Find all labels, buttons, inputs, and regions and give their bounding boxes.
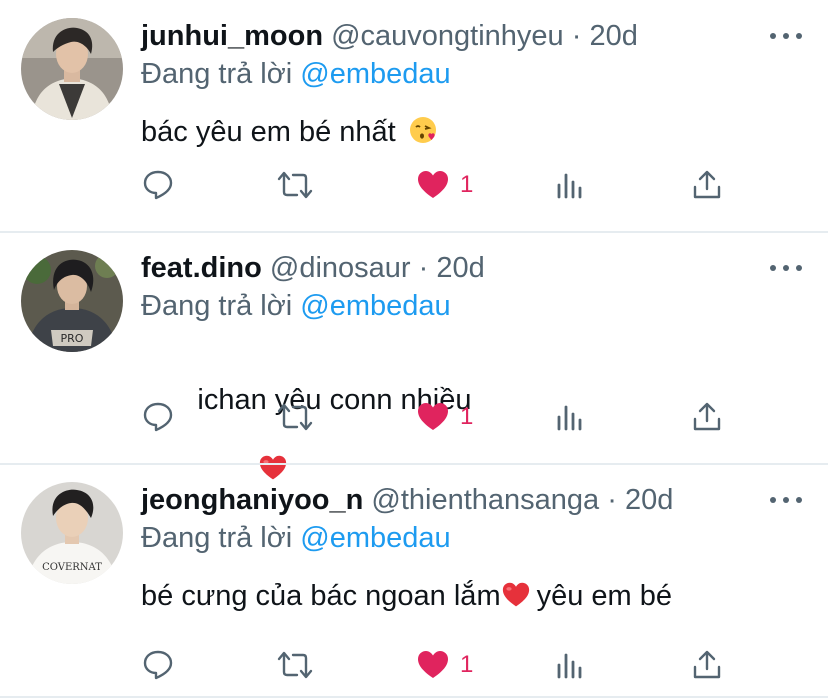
avatar[interactable]: PRO: [21, 250, 123, 352]
share-icon[interactable]: [692, 645, 722, 685]
red-heart-icon: [501, 581, 531, 618]
avatar[interactable]: COVERNAT: [21, 482, 123, 584]
face-blowing-kiss-icon: [408, 115, 438, 154]
like-icon[interactable]: 1: [416, 397, 473, 437]
tweet-card[interactable]: PRO feat.dino @dinosaur · 20d Đang trả l…: [0, 232, 828, 480]
like-icon[interactable]: 1: [416, 165, 473, 205]
avatar[interactable]: [21, 18, 123, 120]
analytics-icon[interactable]: [555, 397, 585, 437]
tweet-actions: 1: [0, 397, 828, 437]
tweet-text: bé cưng của bác ngoan lắm yêu em bé: [141, 578, 672, 618]
retweet-icon[interactable]: [276, 165, 314, 205]
retweet-icon[interactable]: [276, 645, 314, 685]
mention-link[interactable]: @embedau: [300, 290, 450, 322]
svg-text:PRO: PRO: [61, 332, 84, 345]
display-name[interactable]: feat.dino: [141, 252, 262, 284]
timestamp[interactable]: 20d: [436, 252, 484, 284]
reply-icon[interactable]: [141, 645, 175, 685]
like-count: 1: [460, 651, 474, 678]
reply-feed: junhui_moon @cauvongtinhyeu · 20d Đang t…: [0, 0, 828, 700]
retweet-icon[interactable]: [276, 397, 314, 437]
like-count: 1: [460, 171, 474, 198]
tweet-actions: 1: [0, 165, 828, 205]
mention-link[interactable]: @embedau: [300, 522, 450, 554]
replying-to-label: Đang trả lời: [141, 58, 293, 90]
mention-link[interactable]: @embedau: [300, 58, 450, 90]
more-icon[interactable]: [770, 258, 802, 278]
tweet-header: feat.dino @dinosaur · 20d: [141, 250, 485, 286]
svg-text:COVERNAT: COVERNAT: [42, 562, 102, 573]
tweet-card[interactable]: junhui_moon @cauvongtinhyeu · 20d Đang t…: [0, 0, 828, 232]
tweet-header: jeonghaniyoo_n @thienthansanga · 20d: [141, 482, 673, 518]
replying-to-label: Đang trả lời: [141, 290, 293, 322]
user-handle[interactable]: @thienthansanga: [371, 484, 599, 516]
share-icon[interactable]: [692, 165, 722, 205]
divider: [0, 696, 828, 698]
more-icon[interactable]: [770, 26, 802, 46]
tweet-card[interactable]: COVERNAT jeonghaniyoo_n @thienthansanga …: [0, 464, 828, 700]
display-name[interactable]: jeonghaniyoo_n: [141, 484, 363, 516]
like-icon[interactable]: 1: [416, 645, 473, 685]
separator-dot: ·: [607, 484, 617, 516]
tweet-actions: 1: [0, 645, 828, 685]
user-handle[interactable]: @dinosaur: [270, 252, 411, 284]
timestamp[interactable]: 20d: [625, 484, 673, 516]
display-name[interactable]: junhui_moon: [141, 20, 323, 52]
replying-to: Đang trả lời @embedau: [141, 520, 451, 556]
replying-to-label: Đang trả lời: [141, 522, 293, 554]
like-count: 1: [460, 403, 474, 430]
reply-icon[interactable]: [141, 397, 175, 437]
separator-dot: ·: [418, 252, 429, 284]
reply-icon[interactable]: [141, 165, 175, 205]
tweet-text-before: bé cưng của bác ngoan lắm: [141, 580, 501, 612]
separator-dot: ·: [571, 20, 582, 52]
user-handle[interactable]: @cauvongtinhyeu: [331, 20, 564, 52]
more-icon[interactable]: [770, 490, 802, 510]
tweet-text: bác yêu em bé nhất: [141, 114, 438, 154]
analytics-icon[interactable]: [555, 165, 585, 205]
replying-to: Đang trả lời @embedau: [141, 288, 451, 324]
timestamp[interactable]: 20d: [590, 20, 638, 52]
tweet-header: junhui_moon @cauvongtinhyeu · 20d: [141, 18, 638, 54]
analytics-icon[interactable]: [555, 645, 585, 685]
replying-to: Đang trả lời @embedau: [141, 56, 451, 92]
tweet-text-after: yêu em bé: [536, 580, 673, 612]
share-icon[interactable]: [692, 397, 722, 437]
tweet-text-content: bác yêu em bé nhất: [141, 116, 396, 148]
